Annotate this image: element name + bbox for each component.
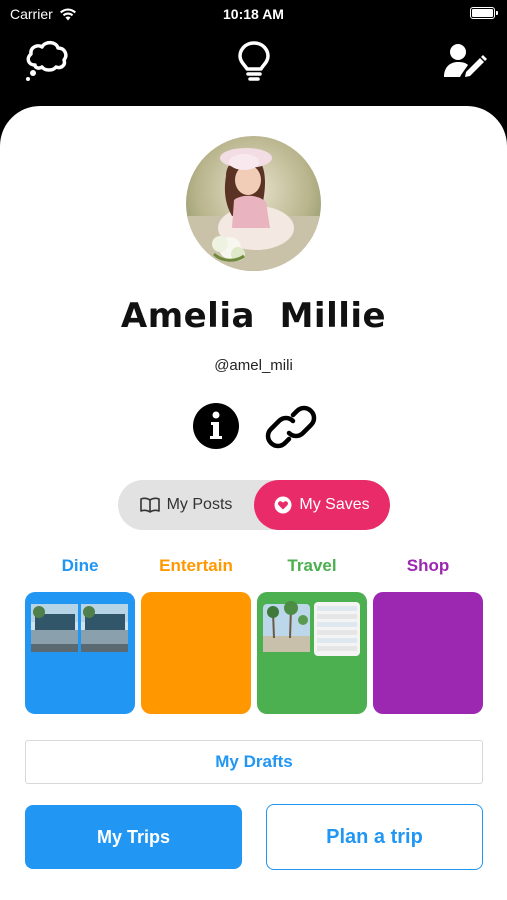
status-bar: Carrier 10:18 AM (0, 0, 507, 28)
tab-my-posts[interactable]: My Posts (118, 480, 254, 530)
book-icon (139, 497, 160, 513)
plan-a-trip-button[interactable]: Plan a trip (266, 804, 483, 870)
category-label-dine[interactable]: Dine (25, 556, 135, 576)
thought-cloud-icon[interactable] (22, 38, 72, 84)
category-label-travel[interactable]: Travel (257, 556, 367, 576)
edit-user-icon[interactable] (440, 38, 490, 84)
category-label-shop[interactable]: Shop (373, 556, 483, 576)
category-label-entertain[interactable]: Entertain (141, 556, 251, 576)
clock: 10:18 AM (223, 6, 284, 22)
profile-photo[interactable] (186, 136, 321, 271)
tab-my-saves-label: My Saves (299, 496, 370, 513)
link-icon[interactable] (265, 401, 317, 453)
info-icon[interactable] (192, 402, 240, 450)
posts-saves-toggle: My Posts My Saves (118, 480, 390, 530)
category-tile-entertain[interactable] (141, 592, 251, 714)
tab-my-saves[interactable]: My Saves (254, 480, 390, 530)
profile-handle: @amel_mili (214, 357, 293, 374)
category-tile-travel[interactable] (257, 592, 367, 714)
category-tile-dine[interactable] (25, 592, 135, 714)
top-nav (0, 28, 507, 108)
profile-name: Amelia Millie (120, 296, 387, 336)
tab-my-posts-label: My Posts (166, 496, 233, 513)
heart-icon (274, 496, 292, 514)
my-drafts-button[interactable]: My Drafts (25, 740, 483, 784)
category-tile-shop[interactable] (373, 592, 483, 714)
lightbulb-icon[interactable] (229, 38, 279, 84)
my-trips-button[interactable]: My Trips (25, 805, 242, 869)
profile-card: Amelia Millie @amel_mili My Posts My Sav… (0, 106, 507, 900)
battery-icon (470, 7, 498, 19)
